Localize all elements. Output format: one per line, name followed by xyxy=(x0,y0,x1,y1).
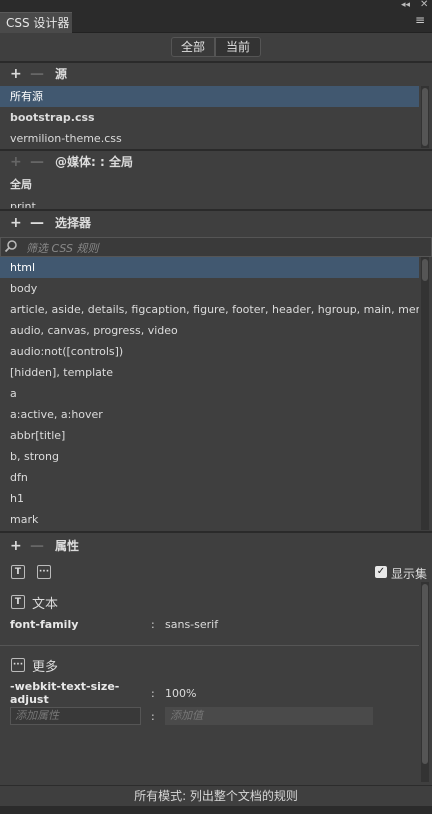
search-icon xyxy=(4,240,17,253)
panel-bottom-strip xyxy=(0,806,432,814)
more-section-icon: ··· xyxy=(11,658,25,672)
tab-css-designer[interactable]: CSS 设计器 xyxy=(0,12,72,33)
selectors-scroll-thumb[interactable] xyxy=(422,259,428,281)
add-media-button[interactable]: + xyxy=(10,151,22,174)
selector-item[interactable]: b, strong xyxy=(0,446,419,467)
selector-item[interactable]: html xyxy=(0,257,419,278)
pane-divider xyxy=(0,209,432,211)
selector-item[interactable]: mark xyxy=(0,509,419,530)
show-set-checkbox[interactable]: ✓ xyxy=(375,566,387,578)
add-value-input[interactable]: 添加值 xyxy=(165,707,373,725)
property-value[interactable]: sans-serif xyxy=(165,618,218,631)
double-chevron-left-icon[interactable]: ◂◂ xyxy=(401,0,410,10)
selector-item[interactable]: abbr[title] xyxy=(0,425,419,446)
properties-header: + — 属性 xyxy=(0,535,432,558)
property-colon: : xyxy=(151,618,155,631)
property-colon: : xyxy=(151,687,155,700)
property-name[interactable]: font-family xyxy=(10,618,78,631)
sources-scroll-thumb[interactable] xyxy=(422,88,428,146)
section-divider xyxy=(0,645,419,646)
selector-item[interactable]: dfn xyxy=(0,467,419,488)
add-selector-button[interactable]: + xyxy=(10,212,22,235)
panel-top-strip xyxy=(0,0,432,12)
more-category-icon[interactable]: ··· xyxy=(37,565,51,579)
selector-item[interactable]: body xyxy=(0,278,419,299)
property-value[interactable]: 100% xyxy=(165,687,196,700)
hamburger-menu-icon[interactable]: ≡ xyxy=(415,13,425,27)
selector-item[interactable]: [hidden], template xyxy=(0,362,419,383)
source-item-all[interactable]: 所有源 xyxy=(0,86,419,107)
selectors-scrollbar[interactable] xyxy=(421,257,429,530)
sources-header: + — 源 xyxy=(0,63,432,86)
property-colon: : xyxy=(151,710,155,723)
source-item-bootstrap[interactable]: bootstrap.css xyxy=(0,107,419,128)
text-section-icon: T xyxy=(11,595,25,609)
media-header: + — @媒体: : 全局 xyxy=(0,151,432,174)
remove-media-button[interactable]: — xyxy=(30,151,44,174)
remove-selector-button[interactable]: — xyxy=(30,212,44,235)
properties-scroll-thumb[interactable] xyxy=(422,584,428,764)
source-item-vermilion[interactable]: vermilion-theme.css xyxy=(0,128,419,149)
remove-property-button[interactable]: — xyxy=(30,535,44,558)
media-item-print[interactable]: print xyxy=(0,196,419,208)
selector-item[interactable]: audio:not([controls]) xyxy=(0,341,419,362)
sources-title: 源 xyxy=(55,67,68,81)
property-name-line1[interactable]: -webkit-text-size- xyxy=(10,680,119,693)
text-section-title: 文本 xyxy=(32,597,59,612)
selector-item[interactable]: a:active, a:hover xyxy=(0,404,419,425)
add-property-input[interactable]: 添加属性 xyxy=(10,707,141,725)
add-source-button[interactable]: + xyxy=(10,63,22,86)
media-title: @媒体: : 全局 xyxy=(55,155,133,169)
more-section-title: 更多 xyxy=(32,660,59,675)
pane-divider xyxy=(0,531,432,533)
status-bar: 所有模式: 列出整个文档的规则 xyxy=(0,785,432,806)
selectors-title: 选择器 xyxy=(55,216,92,230)
property-name-line2[interactable]: adjust xyxy=(10,693,49,706)
add-property-button[interactable]: + xyxy=(10,535,22,558)
selector-item[interactable]: h1 xyxy=(0,488,419,509)
selector-filter-placeholder: 筛选 CSS 规则 xyxy=(26,242,99,255)
selector-item[interactable]: a xyxy=(0,383,419,404)
media-item-global[interactable]: 全局 xyxy=(0,174,419,196)
current-mode-button[interactable]: 当前 xyxy=(215,37,261,57)
text-category-icon[interactable]: T xyxy=(11,565,25,579)
show-set-label: 显示集 xyxy=(391,567,428,581)
selectors-header: + — 选择器 xyxy=(0,212,432,235)
remove-source-button[interactable]: — xyxy=(30,63,44,86)
all-mode-button[interactable]: 全部 xyxy=(171,37,215,57)
properties-title: 属性 xyxy=(55,539,80,553)
close-icon[interactable]: ✕ xyxy=(420,0,428,10)
selector-item[interactable]: article, aside, details, figcaption, fig… xyxy=(0,299,419,320)
selector-item[interactable]: audio, canvas, progress, video xyxy=(0,320,419,341)
